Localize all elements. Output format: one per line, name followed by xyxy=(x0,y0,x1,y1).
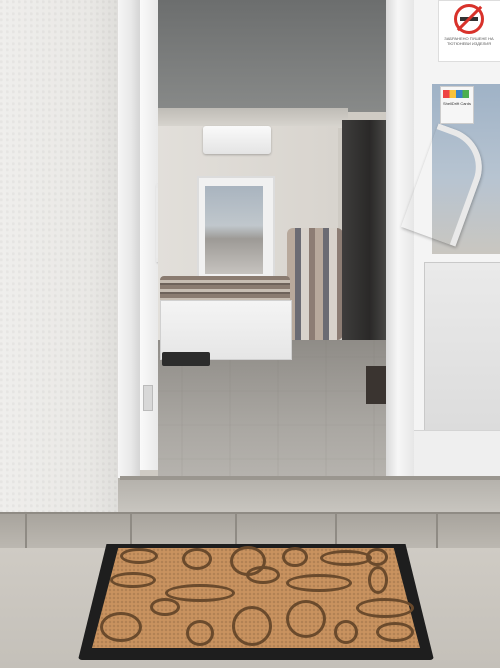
footprint-shape xyxy=(282,547,308,567)
footprint-shape xyxy=(150,598,180,616)
footprint-shape xyxy=(100,612,142,642)
stucco-wall xyxy=(0,0,128,512)
footprint-shape xyxy=(286,574,352,592)
entry-step xyxy=(118,478,500,512)
rolled-rugs xyxy=(287,228,343,340)
footprint-shape xyxy=(368,566,388,594)
footprint-shape xyxy=(366,548,388,566)
air-conditioner xyxy=(203,126,271,154)
footprint-shape xyxy=(246,566,280,584)
door-threshold xyxy=(120,476,500,480)
footprint-shape xyxy=(334,620,358,644)
interior-window-glass xyxy=(205,186,263,274)
door-bottom-rail xyxy=(414,430,500,481)
left-door-frame xyxy=(118,0,140,482)
sticker-text: ShellDrift Cards xyxy=(442,101,471,106)
interior-ceiling xyxy=(158,0,398,112)
baseboard-seams xyxy=(0,512,500,548)
interior-box xyxy=(366,366,388,404)
ceiling-beam xyxy=(158,108,348,128)
sign-caption: ЗАБРАНЕНО ПУШЕНЕ НА ТЮТЮНЕВИ ИЗДЕЛИЯ xyxy=(444,36,494,46)
footprint-shape xyxy=(320,550,372,566)
footprint-shape xyxy=(110,572,156,588)
footprint-shape xyxy=(232,606,272,646)
footprint-shape xyxy=(186,620,214,646)
interior-floor-mat xyxy=(162,352,210,366)
door-lower-panel xyxy=(424,262,500,432)
footprint-shape xyxy=(120,548,158,564)
footprint-shape xyxy=(165,584,235,602)
footprint-shape xyxy=(182,548,212,570)
bed-base xyxy=(160,300,292,360)
footprint-shape xyxy=(286,600,326,638)
right-door-frame xyxy=(386,0,416,480)
footprint-shape xyxy=(356,598,414,618)
sticker-logo xyxy=(443,90,469,98)
footprint-shape xyxy=(376,622,414,642)
door-hinge xyxy=(143,385,153,411)
bed-blanket xyxy=(160,276,290,302)
